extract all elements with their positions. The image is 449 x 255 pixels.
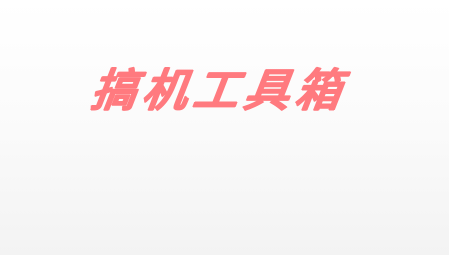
app-title-logo: 搞机工具箱 <box>88 63 351 117</box>
splash-screen: 搞机工具箱 <box>0 0 449 255</box>
